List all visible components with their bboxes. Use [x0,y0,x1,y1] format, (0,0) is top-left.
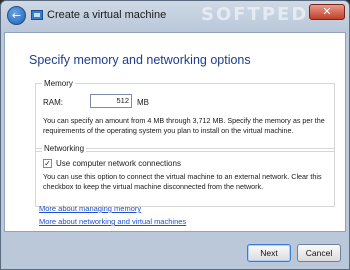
networking-group-label: Networking [42,144,87,153]
dialog-window: ← Create a virtual machine SOFTPEDIA ✕ S… [0,0,350,270]
ram-input[interactable]: 512 [90,94,132,108]
networking-group: Networking ✓ Use computer network connec… [35,144,335,207]
network-connections-label[interactable]: Use computer network connections [56,159,181,168]
memory-group-label: Memory [42,79,75,88]
title-bar: ← Create a virtual machine SOFTPEDIA ✕ [1,1,349,31]
page-heading: Specify memory and networking options [29,53,251,67]
ram-label: RAM: [43,98,63,107]
wizard-content: Specify memory and networking options Me… [4,32,346,232]
close-button[interactable]: ✕ [309,4,345,20]
link-managing-memory[interactable]: More about managing memory [39,204,141,213]
ram-unit-label: MB [137,98,149,107]
networking-description: You can use this option to connect the v… [43,172,322,191]
next-button[interactable]: Next [247,244,291,262]
window-title: Create a virtual machine [47,9,167,21]
memory-description: You can specify an amount from 4 MB thro… [43,116,325,135]
virtual-machine-icon [31,10,43,20]
network-connections-checkbox[interactable]: ✓ [43,159,52,168]
back-arrow-icon[interactable]: ← [7,6,26,25]
cancel-button[interactable]: Cancel [297,244,341,262]
memory-group: Memory RAM: 512 MB You can specify an am… [35,79,335,152]
link-networking-virtual-machines[interactable]: More about networking and virtual machin… [39,217,186,226]
